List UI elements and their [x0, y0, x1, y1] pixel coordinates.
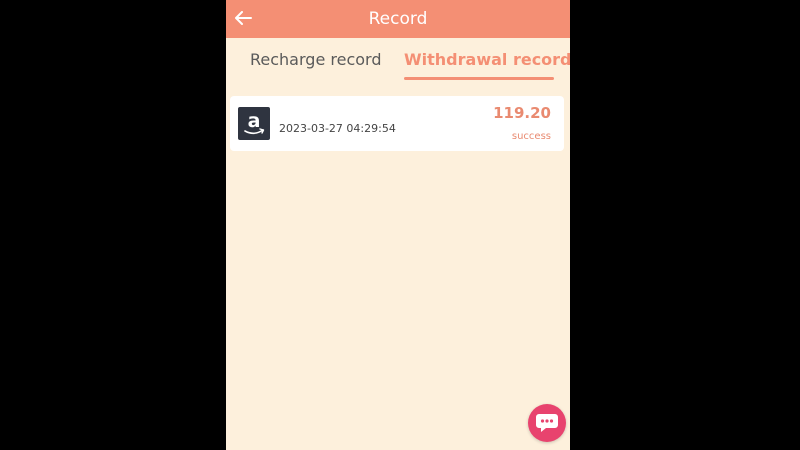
svg-text:a: a: [248, 110, 261, 132]
back-button[interactable]: [230, 4, 256, 32]
arrow-left-icon: [235, 11, 252, 25]
record-time: 2023-03-27 04:29:54: [279, 122, 396, 135]
record-amount: 119.20: [493, 104, 551, 122]
record-tabs: Recharge record Withdrawal record: [226, 38, 570, 84]
list-item[interactable]: a 2023-03-27 04:29:54 119.20 success: [230, 96, 564, 151]
tab-recharge-record[interactable]: Recharge record: [250, 38, 381, 84]
active-tab-indicator: [404, 77, 554, 80]
header-bar: Record: [226, 0, 570, 38]
phone-screen: Record Recharge record Withdrawal record…: [226, 0, 570, 450]
page-title: Record: [368, 9, 428, 29]
chat-bubble-icon: [536, 414, 558, 432]
status-badge: success: [511, 131, 551, 142]
chat-button[interactable]: [528, 404, 566, 442]
amazon-logo: a: [238, 107, 270, 140]
